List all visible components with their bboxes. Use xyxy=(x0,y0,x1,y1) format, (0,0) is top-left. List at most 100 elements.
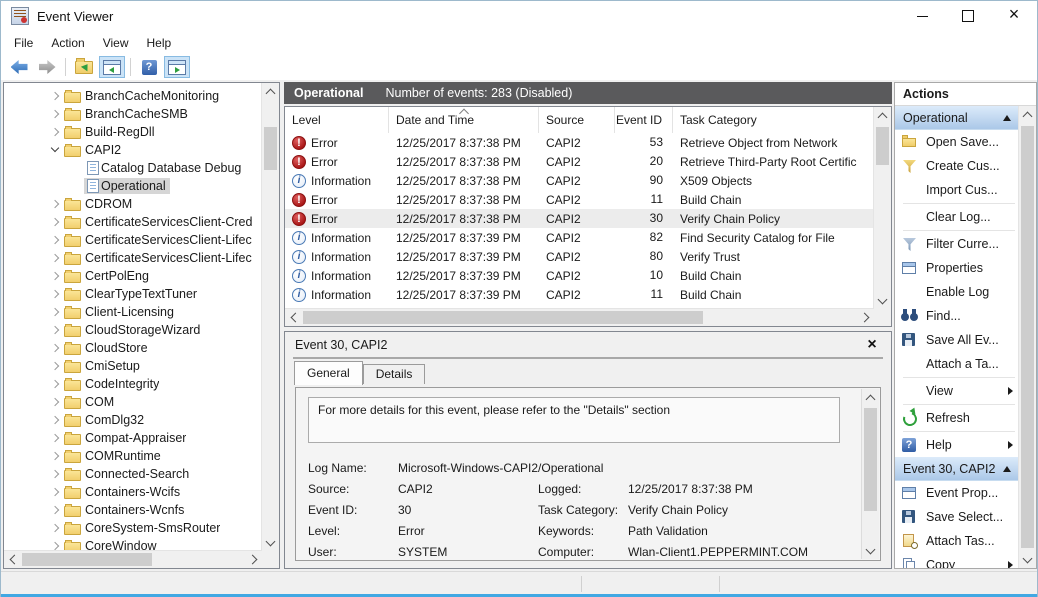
event-row[interactable]: Information12/25/2017 8:37:39 PMCAPI282F… xyxy=(285,228,874,247)
action-open-save[interactable]: Open Save... xyxy=(895,130,1019,154)
action-help[interactable]: Help xyxy=(895,433,1019,457)
tree-item-certificateservicesclient-lifec[interactable]: CertificateServicesClient-Lifec xyxy=(5,231,261,249)
back-button[interactable] xyxy=(6,56,32,78)
chevron-right-icon[interactable] xyxy=(47,109,63,119)
tree-item-comdlg32[interactable]: ComDlg32 xyxy=(5,411,261,429)
action-clear-log[interactable]: Clear Log... xyxy=(895,205,1019,229)
chevron-right-icon[interactable] xyxy=(47,469,63,479)
tree-horizontal-scrollbar[interactable] xyxy=(4,550,262,568)
event-row[interactable]: Error12/25/2017 8:37:38 PMCAPI230Verify … xyxy=(285,209,874,228)
scrollbar-thumb[interactable] xyxy=(264,127,277,170)
chevron-right-icon[interactable] xyxy=(47,397,63,407)
column-header-event-id[interactable]: Event ID xyxy=(615,107,673,133)
chevron-right-icon[interactable] xyxy=(47,361,63,371)
chevron-right-icon[interactable] xyxy=(47,127,63,137)
event-list-horizontal-scrollbar[interactable] xyxy=(285,308,874,326)
column-header-source[interactable]: Source xyxy=(539,107,615,133)
chevron-right-icon[interactable] xyxy=(47,541,63,550)
chevron-right-icon[interactable] xyxy=(47,271,63,281)
chevron-right-icon[interactable] xyxy=(47,343,63,353)
scroll-up-button[interactable] xyxy=(874,107,891,124)
tree-item-com[interactable]: COM xyxy=(5,393,261,411)
action-event-prop[interactable]: Event Prop... xyxy=(895,481,1019,505)
scrollbar-thumb[interactable] xyxy=(864,408,877,511)
action-filter-curre[interactable]: Filter Curre... xyxy=(895,232,1019,256)
menu-item-file[interactable]: File xyxy=(5,32,42,54)
tree-item-comruntime[interactable]: COMRuntime xyxy=(5,447,261,465)
chevron-right-icon[interactable] xyxy=(47,523,63,533)
column-header-task-category[interactable]: Task Category xyxy=(673,107,874,133)
scroll-up-button[interactable] xyxy=(862,389,879,406)
actions-vertical-scrollbar[interactable] xyxy=(1018,106,1036,568)
action-find[interactable]: Find... xyxy=(895,304,1019,328)
tree-item-cmisetup[interactable]: CmiSetup xyxy=(5,357,261,375)
show-hide-action-pane-button[interactable] xyxy=(164,56,190,78)
chevron-right-icon[interactable] xyxy=(47,217,63,227)
scrollbar-thumb[interactable] xyxy=(876,127,889,165)
tree-item-coresystem-smsrouter[interactable]: CoreSystem-SmsRouter xyxy=(5,519,261,537)
tree-item-corewindow[interactable]: CoreWindow xyxy=(5,537,261,550)
column-header-date-and-time[interactable]: Date and Time xyxy=(389,107,539,133)
chevron-right-icon[interactable] xyxy=(47,379,63,389)
tree-item-certificateservicesclient-cred[interactable]: CertificateServicesClient-Cred xyxy=(5,213,261,231)
help-button[interactable] xyxy=(136,56,162,78)
scroll-down-button[interactable] xyxy=(874,292,891,309)
tree-item-cloudstore[interactable]: CloudStore xyxy=(5,339,261,357)
menu-item-view[interactable]: View xyxy=(94,32,138,54)
tab-general[interactable]: General xyxy=(294,361,363,385)
event-row[interactable]: Error12/25/2017 8:37:38 PMCAPI220Retriev… xyxy=(285,152,874,171)
tree-vertical-scrollbar[interactable] xyxy=(261,83,279,551)
action-group-header-event-30-capi2[interactable]: Event 30, CAPI2 xyxy=(895,457,1019,481)
scroll-left-button[interactable] xyxy=(4,551,21,568)
column-header-level[interactable]: Level xyxy=(285,107,389,133)
tree-item-build-regdll[interactable]: Build-RegDll xyxy=(5,123,261,141)
action-import-cus[interactable]: Import Cus... xyxy=(895,178,1019,202)
chevron-right-icon[interactable] xyxy=(47,307,63,317)
show-hide-console-tree-button[interactable] xyxy=(99,56,125,78)
event-row[interactable]: Error12/25/2017 8:37:38 PMCAPI253Retriev… xyxy=(285,133,874,152)
chevron-right-icon[interactable] xyxy=(47,433,63,443)
tree-item-capi2[interactable]: CAPI2 xyxy=(5,141,261,159)
menu-item-help[interactable]: Help xyxy=(138,32,181,54)
menu-item-action[interactable]: Action xyxy=(42,32,93,54)
chevron-right-icon[interactable] xyxy=(47,235,63,245)
tree-item-compat-appraiser[interactable]: Compat-Appraiser xyxy=(5,429,261,447)
action-save-select[interactable]: Save Select... xyxy=(895,505,1019,529)
event-row[interactable]: Information12/25/2017 8:37:39 PMCAPI210B… xyxy=(285,266,874,285)
tree-item-certificateservicesclient-lifec[interactable]: CertificateServicesClient-Lifec xyxy=(5,249,261,267)
tree-item-operational[interactable]: Operational xyxy=(5,177,261,195)
scroll-down-button[interactable] xyxy=(862,542,879,559)
tree-item-cloudstoragewizard[interactable]: CloudStorageWizard xyxy=(5,321,261,339)
scrollbar-thumb[interactable] xyxy=(22,553,152,566)
scroll-up-button[interactable] xyxy=(262,83,279,100)
chevron-right-icon[interactable] xyxy=(47,325,63,335)
tree-item-containers-wcifs[interactable]: Containers-Wcifs xyxy=(5,483,261,501)
chevron-right-icon[interactable] xyxy=(47,289,63,299)
scroll-left-button[interactable] xyxy=(285,309,302,326)
chevron-right-icon[interactable] xyxy=(47,505,63,515)
event-row[interactable]: Error12/25/2017 8:37:38 PMCAPI211Build C… xyxy=(285,190,874,209)
forward-button[interactable] xyxy=(34,56,60,78)
maximize-button[interactable] xyxy=(945,1,991,31)
tree-item-certpoleng[interactable]: CertPolEng xyxy=(5,267,261,285)
scroll-right-button[interactable] xyxy=(857,309,874,326)
tree-item-codeintegrity[interactable]: CodeIntegrity xyxy=(5,375,261,393)
chevron-right-icon[interactable] xyxy=(47,253,63,263)
action-attach-tas[interactable]: Attach Tas... xyxy=(895,529,1019,553)
tree-item-cdrom[interactable]: CDROM xyxy=(5,195,261,213)
close-detail-button[interactable] xyxy=(863,336,881,354)
chevron-right-icon[interactable] xyxy=(47,487,63,497)
chevron-down-icon[interactable] xyxy=(47,145,63,155)
chevron-right-icon[interactable] xyxy=(47,91,63,101)
scroll-down-button[interactable] xyxy=(262,534,279,551)
tree-item-branchcachemonitoring[interactable]: BranchCacheMonitoring xyxy=(5,87,261,105)
scroll-down-button[interactable] xyxy=(1019,551,1036,568)
tree-item-cleartypetexttuner[interactable]: ClearTypeTextTuner xyxy=(5,285,261,303)
tree-item-catalog-database-debug[interactable]: Catalog Database Debug xyxy=(5,159,261,177)
export-button[interactable] xyxy=(71,56,97,78)
detail-vertical-scrollbar[interactable] xyxy=(861,389,879,559)
tree-item-containers-wcnfs[interactable]: Containers-Wcnfs xyxy=(5,501,261,519)
action-create-cus[interactable]: Create Cus... xyxy=(895,154,1019,178)
tree-item-client-licensing[interactable]: Client-Licensing xyxy=(5,303,261,321)
minimize-button[interactable] xyxy=(899,1,945,31)
